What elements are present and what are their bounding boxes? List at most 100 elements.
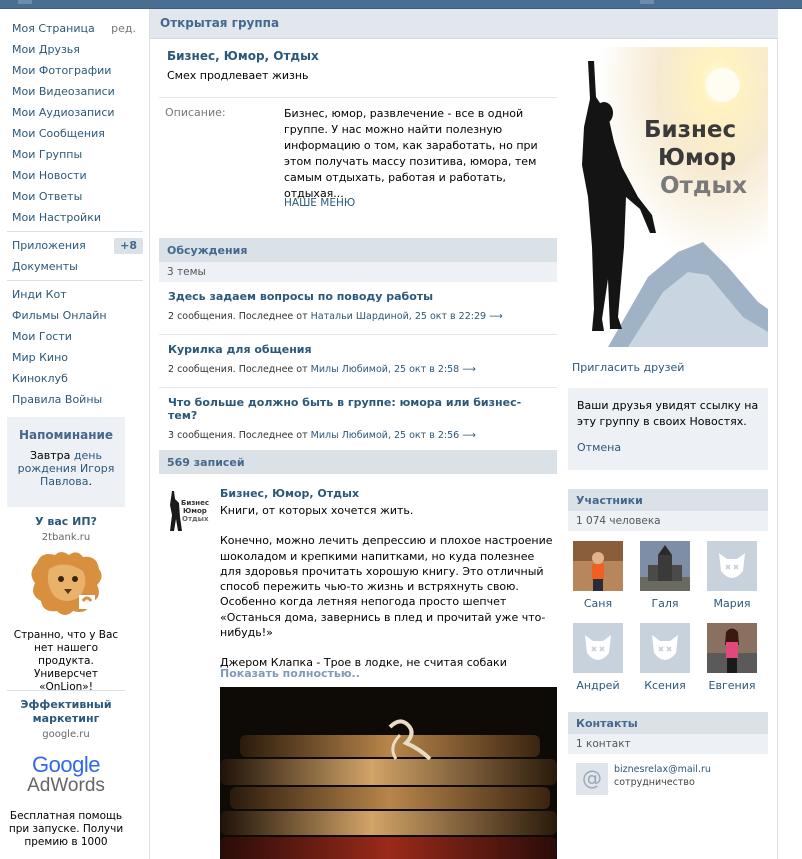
arrow-right-icon[interactable]: ⟶	[462, 364, 476, 375]
our-menu-link[interactable]: НАШЕ МЕНЮ	[284, 197, 355, 209]
topic-item[interactable]: Курилка для общения 2 сообщения. Последн…	[159, 335, 557, 388]
ad-block[interactable]: Эффективный маркетинг google.ru Google A…	[7, 698, 125, 849]
avatar[interactable]	[640, 541, 690, 591]
avatar[interactable]	[573, 541, 623, 591]
invite-info-box: Ваши друзья увидят ссылку на эту группу …	[568, 388, 768, 470]
member-name[interactable]: Ксения	[639, 679, 691, 692]
avatar[interactable]	[707, 623, 757, 673]
members-header[interactable]: Участники	[568, 489, 768, 511]
nav-app-item[interactable]: Мир Кино	[7, 347, 143, 368]
arrow-right-icon[interactable]: ⟶	[462, 430, 476, 441]
cancel-link[interactable]: Отмена	[577, 440, 759, 456]
side-nav: Моя Страница ред. Мои Друзья Мои Фотограф…	[7, 18, 143, 410]
member-name[interactable]: Андрей	[572, 679, 624, 692]
svg-text:Отдых: Отдых	[182, 515, 209, 523]
member-name[interactable]: Мария	[706, 597, 758, 610]
topic-last-author[interactable]: Милы Любимой, 25 окт в 2:58	[311, 364, 460, 375]
member-item[interactable]: Мария	[706, 541, 758, 610]
discussions-header[interactable]: Обсуждения	[159, 238, 557, 262]
member-item[interactable]: Галя	[639, 541, 691, 610]
nav-my-answers[interactable]: Мои Ответы	[7, 186, 143, 207]
member-item[interactable]: Саня	[572, 541, 624, 610]
topic-title[interactable]: Здесь задаем вопросы по поводу работы	[168, 290, 548, 303]
topic-item[interactable]: Здесь задаем вопросы по поводу работы 2 …	[159, 282, 557, 335]
ad-block[interactable]: У вас ИП? 2tbank.ru Странно, что у Вас н…	[7, 515, 125, 694]
group-name: Бизнес, Юмор, Отдых	[167, 49, 319, 63]
nav-my-messages[interactable]: Мои Сообщения	[7, 123, 143, 144]
post-author[interactable]: Бизнес, Юмор, Отдых	[220, 487, 359, 500]
contact-email[interactable]: biznesrelax@mail.ru	[614, 764, 711, 775]
description-text: Бизнес, юмор, развлечение - все в одной …	[284, 107, 538, 200]
topic-meta: 2 сообщения. Последнее от Натальи Шардин…	[168, 311, 503, 322]
group-avatar[interactable]: Бизнес Юмор Отдых	[568, 47, 768, 347]
description-label: Описание:	[165, 106, 226, 119]
ad-domain: google.ru	[42, 729, 90, 740]
svg-text:Юмор: Юмор	[183, 507, 207, 515]
members-count: 1 074 человека	[568, 511, 768, 531]
nav-my-friends[interactable]: Мои Друзья	[7, 39, 143, 60]
at-sign-icon: @	[576, 763, 608, 795]
nav-my-settings[interactable]: Мои Настройки	[7, 207, 143, 228]
nav-app-item[interactable]: Инди Кот	[7, 284, 143, 305]
topic-item[interactable]: Что больше должно быть в группе: юмора и…	[159, 388, 557, 441]
topic-last-author[interactable]: Милы Любимой, 25 окт в 2:56	[311, 430, 460, 441]
topic-meta: 3 сообщения. Последнее от Милы Любимой, …	[168, 430, 476, 441]
deactivated-dog-icon[interactable]	[640, 623, 690, 673]
group-description: Описание: Бизнес, юмор, развлечение - вс…	[159, 97, 557, 200]
nav-app-item[interactable]: Киноклуб	[7, 368, 143, 389]
apps-count-badge: +8	[114, 238, 143, 254]
nav-divider	[7, 280, 143, 281]
nav-my-videos[interactable]: Мои Видеозаписи	[7, 81, 143, 102]
post-text: Книги, от которых хочется жить. Конечно,…	[220, 504, 553, 670]
arrow-right-icon[interactable]: ⟶	[489, 311, 503, 322]
nav-documents[interactable]: Документы	[7, 256, 143, 277]
google-logo: Google	[32, 752, 100, 777]
logo-word: Отдых	[660, 173, 747, 199]
topic-title[interactable]: Что больше должно быть в группе: юмора и…	[168, 396, 548, 422]
nav-my-groups[interactable]: Мои Группы	[7, 144, 143, 165]
contacts-header[interactable]: Контакты	[568, 712, 768, 734]
topic-title[interactable]: Курилка для общения	[168, 343, 548, 356]
nav-app-item[interactable]: Мои Гости	[7, 326, 143, 347]
show-more-link[interactable]: Показать полностью..	[220, 667, 360, 680]
reminder-box: Напоминание Завтра день рождения Игоря П…	[7, 417, 125, 507]
member-item[interactable]: Андрей	[572, 623, 624, 692]
ad-divider	[7, 690, 125, 691]
topic-meta: 2 сообщения. Последнее от Милы Любимой, …	[168, 364, 476, 375]
nav-app-item[interactable]: Фильмы Онлайн	[7, 305, 143, 326]
ad-text: Бесплатная помощь при запуске. Получи пр…	[8, 810, 124, 848]
ad-title[interactable]: У вас ИП?	[7, 515, 125, 529]
deactivated-dog-icon[interactable]	[573, 623, 623, 673]
invite-friends-link[interactable]: Пригласить друзей	[572, 361, 684, 374]
contacts-count: 1 контакт	[568, 734, 768, 754]
reminder-body: Завтра день рождения Игоря Павлова.	[17, 449, 115, 488]
wall-header[interactable]: 569 записей	[159, 450, 557, 474]
adwords-logo: AdWords	[27, 775, 105, 796]
edit-link[interactable]: ред.	[111, 18, 136, 39]
main-content: Открытая группа Бизнес, Юмор, Отдых Смех…	[150, 9, 778, 859]
member-item[interactable]: Евгения	[706, 623, 758, 692]
nav-my-page[interactable]: Моя Страница ред.	[7, 18, 143, 39]
nav-my-photos[interactable]: Мои Фотографии	[7, 60, 143, 81]
nav-apps[interactable]: Приложения +8	[7, 235, 143, 256]
deactivated-dog-icon[interactable]	[707, 541, 757, 591]
group-logo-icon: Бизнес Юмор Отдых	[164, 487, 210, 533]
ad-title[interactable]: Эффективный маркетинг	[7, 698, 125, 726]
member-name[interactable]: Саня	[572, 597, 624, 610]
ad-text: Странно, что у Вас нет нашего продукта. …	[13, 629, 119, 693]
nav-my-audio[interactable]: Мои Аудиозаписи	[7, 102, 143, 123]
svg-text:Бизнес: Бизнес	[181, 499, 209, 507]
topic-last-author[interactable]: Натальи Шардиной, 25 окт в 22:29	[311, 311, 486, 322]
member-item[interactable]: Ксения	[639, 623, 691, 692]
nav-app-item[interactable]: Правила Войны	[7, 389, 143, 410]
member-name[interactable]: Галя	[639, 597, 691, 610]
post-author-avatar[interactable]: Бизнес Юмор Отдых	[164, 487, 210, 533]
left-sidebar: Моя Страница ред. Мои Друзья Мои Фотограф…	[0, 9, 150, 859]
logo-word: Юмор	[658, 145, 736, 171]
post-image-books[interactable]	[220, 687, 557, 859]
member-name[interactable]: Евгения	[706, 679, 758, 692]
lion-puzzle-icon	[31, 552, 102, 615]
nav-my-news[interactable]: Мои Новости	[7, 165, 143, 186]
page-header: Открытая группа	[150, 9, 778, 39]
invite-info-text: Ваши друзья увидят ссылку на эту группу …	[577, 399, 759, 428]
